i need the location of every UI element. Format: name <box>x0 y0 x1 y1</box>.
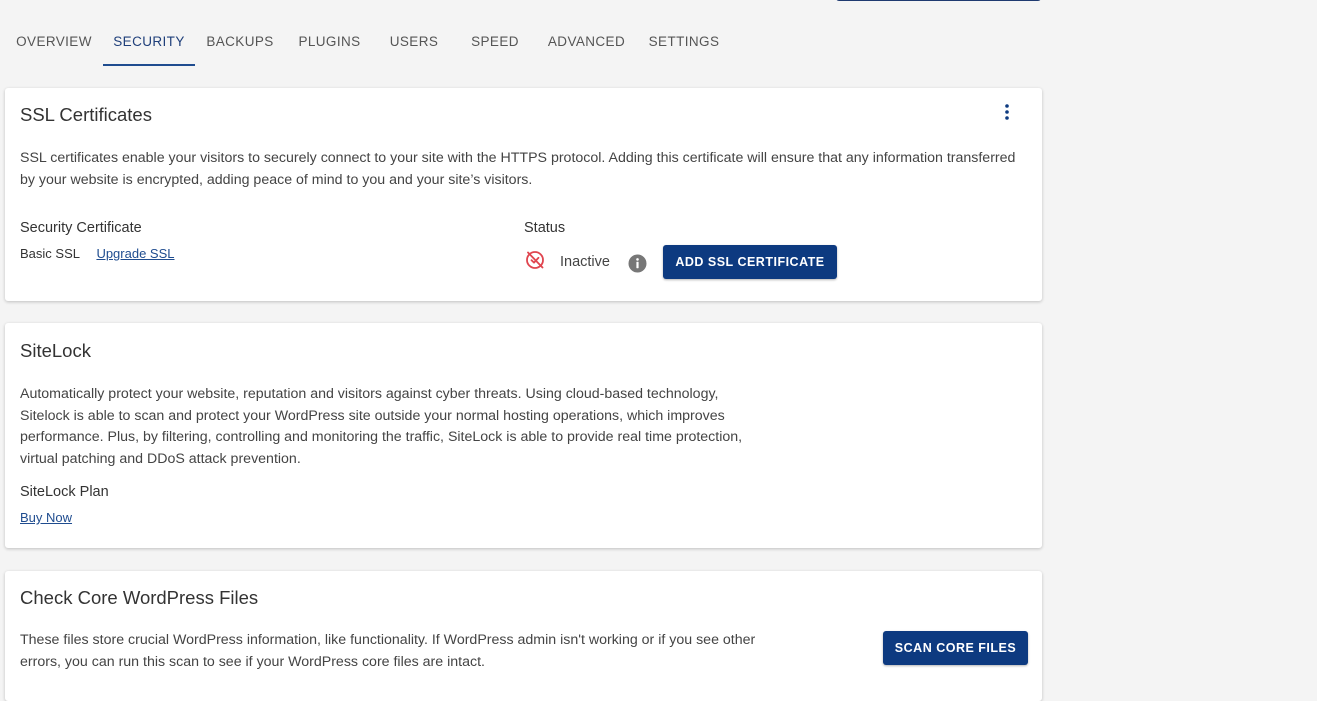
more-options-icon[interactable] <box>1002 103 1012 121</box>
core-files-card-title: Check Core WordPress Files <box>20 587 259 608</box>
tab-users[interactable]: USERS <box>374 18 454 66</box>
certificate-value: Basic SSL <box>20 246 80 261</box>
tab-bar: OVERVIEW SECURITY BACKUPS PLUGINS USERS … <box>5 18 1042 66</box>
top-action-button-edge[interactable] <box>836 0 1041 1</box>
sitelock-plan-label: SiteLock Plan <box>20 484 109 500</box>
sitelock-description: Automatically protect your website, repu… <box>20 386 743 467</box>
scan-core-files-button[interactable]: SCAN CORE FILES <box>883 631 1028 665</box>
status-value: Inactive <box>560 254 610 270</box>
tab-overview[interactable]: OVERVIEW <box>5 18 103 66</box>
ssl-card-title: SSL Certificates <box>20 104 152 125</box>
info-icon[interactable] <box>628 254 647 273</box>
tab-plugins[interactable]: PLUGINS <box>285 18 374 66</box>
sitelock-card: SiteLock Automatically protect your webs… <box>5 323 1042 548</box>
status-label: Status <box>524 220 566 236</box>
security-certificate-label: Security Certificate <box>20 220 142 236</box>
buy-now-link[interactable]: Buy Now <box>20 510 72 525</box>
tab-advanced[interactable]: ADVANCED <box>536 18 637 66</box>
tab-security[interactable]: SECURITY <box>103 18 195 66</box>
ssl-certificates-card: SSL Certificates SSL certificates enable… <box>5 88 1042 301</box>
upgrade-ssl-link[interactable]: Upgrade SSL <box>96 246 174 261</box>
sitelock-card-title: SiteLock <box>20 340 91 361</box>
tab-settings[interactable]: SETTINGS <box>637 18 731 66</box>
core-files-description: These files store crucial WordPress info… <box>20 632 756 670</box>
ssl-description: SSL certificates enable your visitors to… <box>20 150 1016 188</box>
core-files-card: Check Core WordPress Files These files s… <box>5 571 1042 701</box>
certificate-row: Basic SSL Upgrade SSL <box>20 245 175 263</box>
inactive-shield-icon <box>524 249 546 271</box>
tab-backups[interactable]: BACKUPS <box>195 18 285 66</box>
add-ssl-certificate-button[interactable]: ADD SSL CERTIFICATE <box>663 245 837 279</box>
tab-speed[interactable]: SPEED <box>454 18 536 66</box>
